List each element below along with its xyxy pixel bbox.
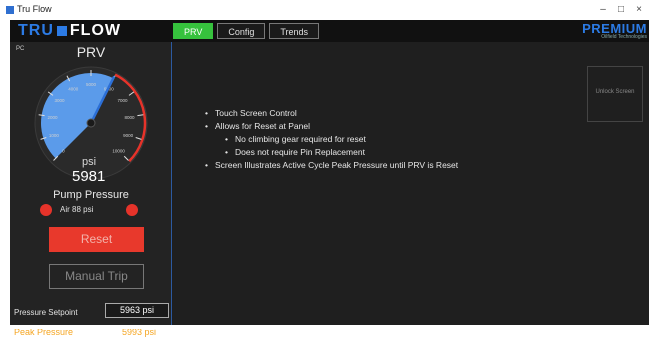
pressure-setpoint-field[interactable]: 5963 psi — [105, 303, 169, 318]
app-window: TRU FLOW PRV Config Trends PREMIUM Oilfi… — [10, 20, 649, 337]
gauge-tick-label: 8000 — [125, 115, 136, 120]
gauge-hub — [86, 118, 96, 128]
gauge-tick-label: 10000 — [112, 149, 125, 154]
gauge-tick-label: 5000 — [86, 82, 97, 87]
gauge-tick-label: 4000 — [68, 86, 79, 91]
premium-logo: PREMIUM Oilfield Technologies — [582, 21, 647, 40]
gauge-tick-label: 2000 — [47, 115, 58, 120]
reset-button[interactable]: Reset — [49, 227, 144, 252]
air-pressure-row: Air 88 psi — [40, 203, 150, 217]
logo-text-right: FLOW — [69, 22, 121, 39]
pump-pressure-label: Pump Pressure — [53, 189, 129, 201]
pressure-readout: 5981 — [72, 168, 106, 185]
window-titlebar: Tru Flow – □ × — [0, 0, 649, 20]
manual-trip-button[interactable]: Manual Trip — [49, 264, 144, 289]
tab-prv[interactable]: PRV — [173, 23, 214, 39]
feature-bullet: Touch Screen Control — [205, 107, 458, 120]
tab-config[interactable]: Config — [217, 23, 266, 39]
feature-bullet: Allows for Reset at Panel — [205, 120, 458, 133]
feature-bullet: Screen Illustrates Active Cycle Peak Pre… — [205, 159, 458, 172]
gauge-tick-label: 7000 — [118, 98, 129, 103]
truflow-logo: TRU FLOW — [18, 22, 121, 40]
main-content: Touch Screen ControlAllows for Reset at … — [173, 42, 649, 325]
minimize-button[interactable]: – — [596, 3, 610, 17]
tab-trends[interactable]: Trends — [269, 23, 320, 39]
close-button[interactable]: × — [632, 3, 646, 17]
air-indicator-right-icon — [126, 204, 138, 216]
window-title: Tru Flow — [17, 4, 52, 14]
gauge-tick-label: 1000 — [49, 133, 60, 138]
pressure-unit: psi — [82, 156, 97, 168]
gauge-tick-label: 3000 — [54, 98, 65, 103]
feature-list: Touch Screen ControlAllows for Reset at … — [205, 107, 458, 172]
gauge-tick-label: 9000 — [123, 133, 134, 138]
logo-dot-icon — [56, 26, 67, 36]
panel-title: PRV — [76, 44, 106, 60]
air-pressure-label: Air 88 psi — [60, 205, 94, 214]
feature-bullet: Does not require Pin Replacement — [225, 146, 458, 159]
pressure-setpoint-label: Pressure Setpoint — [14, 308, 78, 317]
app-icon — [6, 6, 14, 14]
feature-bullet: No climbing gear required for reset — [225, 133, 458, 146]
unlock-screen-button[interactable]: Unlock Screen — [587, 66, 643, 122]
prv-panel: PC PRV 010002000300040005000600070008000… — [10, 42, 172, 337]
air-indicator-left-icon — [40, 204, 52, 216]
logo-text-left: TRU — [18, 22, 54, 39]
tab-bar: PRV Config Trends — [173, 23, 323, 39]
app-header: TRU FLOW PRV Config Trends PREMIUM Oilfi… — [10, 20, 649, 42]
window-bottom-edge — [0, 325, 649, 329]
maximize-button[interactable]: □ — [614, 3, 628, 17]
